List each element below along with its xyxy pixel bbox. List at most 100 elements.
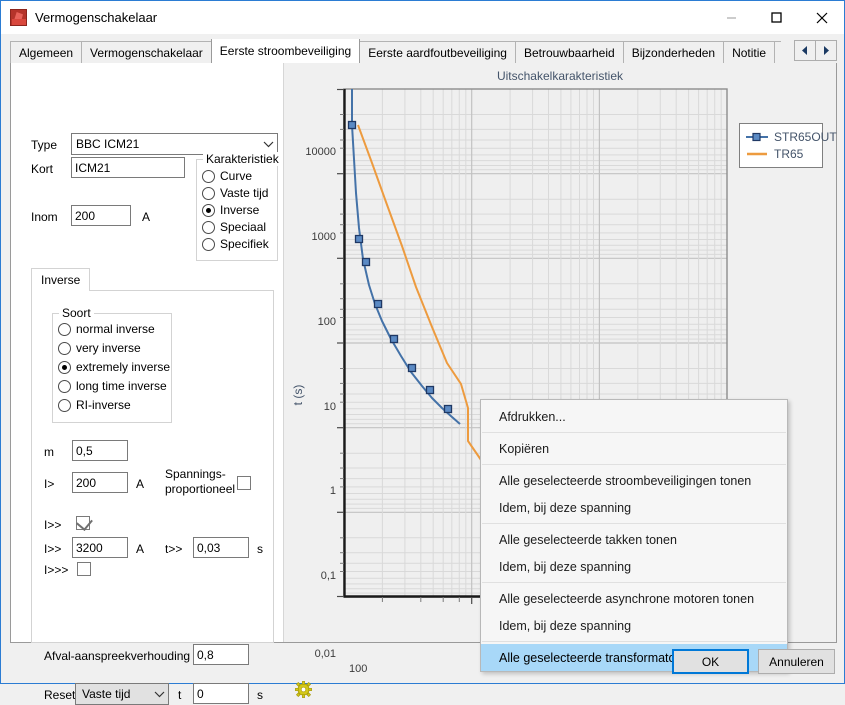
i-gt2-enable-label: I>> [44,518,61,532]
chevron-down-icon [151,684,168,704]
reset-combobox[interactable]: Vaste tijd [75,683,169,705]
i-gt-unit: A [136,477,144,491]
close-button[interactable] [799,1,844,34]
t-gt2-input[interactable] [193,537,249,558]
context-menu[interactable]: Afdrukken... Kopiëren Alle geselecteerde… [480,399,788,672]
kort-input[interactable] [71,157,185,178]
tab-scroll-left-icon[interactable] [794,40,816,61]
radio-indicator [202,187,215,200]
radio-label: extremely inverse [76,360,170,374]
menu-separator [482,523,786,524]
tab-presentatie[interactable]: Presentatie [774,41,781,63]
radio-label: normal inverse [76,322,155,336]
radio-soort-very-inverse[interactable]: very inverse [58,341,141,355]
minimize-button[interactable] [709,1,754,34]
i-gt2-label: I>> [44,542,61,556]
dialog-footer: OK Annuleren [1,641,844,683]
radio-soort-extremely-inverse[interactable]: extremely inverse [58,360,170,374]
dialog-window: Vermogenschakelaar Algemeen Vermogenscha… [0,0,845,684]
menu-item-idem-stroombeveiligingen[interactable]: Idem, bij deze spanning [481,494,787,521]
radio-soort-long-time-inverse[interactable]: long time inverse [58,379,167,393]
menu-item-alle-takken[interactable]: Alle geselecteerde takken tonen [481,526,787,553]
menu-separator [482,464,786,465]
radio-indicator [58,399,71,412]
radio-karakteristiek-curve[interactable]: Curve [202,169,252,183]
radio-soort-ri-inverse[interactable]: RI-inverse [58,398,131,412]
radio-indicator [202,238,215,251]
legend-marker-square-icon [746,132,768,142]
i-gt3-checkbox[interactable] [77,562,91,576]
menu-item-alle-asynchrone-motoren[interactable]: Alle geselecteerde asynchrone motoren to… [481,585,787,612]
window-title: Vermogenschakelaar [35,10,157,25]
cancel-button[interactable]: Annuleren [758,649,835,674]
i-gt3-label: I>>> [44,563,68,577]
soort-group: Soort normal inverse very inverse extrem… [52,313,172,423]
menu-item-label: Idem, bij deze spanning [499,560,631,574]
menu-item-afdrukken[interactable]: Afdrukken... [481,403,787,430]
radio-label: long time inverse [76,379,167,393]
i-gt2-input[interactable] [72,537,128,558]
radio-karakteristiek-vaste-tijd[interactable]: Vaste tijd [202,186,268,200]
radio-label: Curve [220,169,252,183]
maximize-button[interactable] [754,1,799,34]
chart-panel: Uitschakelkarakteristiek t (s) 10000 100… [283,63,836,642]
menu-item-kopieren[interactable]: Kopiëren [481,435,787,462]
radio-karakteristiek-specifiek[interactable]: Specifiek [202,237,269,251]
tab-vermogenschakelaar[interactable]: Vermogenschakelaar [81,41,212,63]
radio-karakteristiek-speciaal[interactable]: Speciaal [202,220,266,234]
menu-item-label: Afdrukken... [499,410,566,424]
radio-indicator [58,323,71,336]
gear-icon[interactable] [295,681,311,697]
menu-item-idem-takken[interactable]: Idem, bij deze spanning [481,553,787,580]
radio-soort-normal-inverse[interactable]: normal inverse [58,322,155,336]
menu-item-alle-stroombeveiligingen[interactable]: Alle geselecteerde stroombeveiligingen t… [481,467,787,494]
tab-list: Algemeen Vermogenschakelaar Eerste stroo… [10,39,781,63]
i-gt2-checkbox[interactable] [76,516,90,530]
radio-indicator [202,170,215,183]
inverse-pane: Soort normal inverse very inverse extrem… [31,290,274,643]
spanningsproportioneel-label-line2: proportioneel [165,482,235,496]
chart-legend[interactable]: STR65OUT TR65 [739,123,823,168]
title-bar: Vermogenschakelaar [1,1,844,34]
tab-label: Notitie [732,46,766,60]
inom-input[interactable] [71,205,131,226]
tab-notitie[interactable]: Notitie [723,41,775,63]
tab-algemeen[interactable]: Algemeen [10,41,82,63]
settings-panel: Type BBC ICM21 Kort Inom A Karakteristie… [11,63,283,641]
tab-bijzonderheden[interactable]: Bijzonderheden [623,41,724,63]
radio-karakteristiek-inverse[interactable]: Inverse [202,203,259,217]
radio-label: Vaste tijd [220,186,268,200]
inom-unit: A [142,210,150,224]
legend-item-str65out: STR65OUT [746,128,814,145]
karakteristiek-group-title: Karakteristiek [203,152,282,166]
menu-item-label: Alle geselecteerde asynchrone motoren to… [499,592,754,606]
spanningsproportioneel-label-line1: Spannings- [165,467,226,481]
radio-indicator [58,342,71,355]
legend-label: STR65OUT [774,129,837,145]
kort-label: Kort [31,162,53,176]
app-icon [10,9,27,26]
tab-inverse[interactable]: Inverse [31,268,90,291]
t-gt2-unit: s [257,542,263,556]
spanningsproportioneel-checkbox[interactable] [237,476,251,490]
tab-scroll-right-icon[interactable] [815,40,837,61]
tab-label: Eerste stroombeveiliging [220,44,351,58]
reset-t-unit: s [257,688,263,702]
m-input[interactable] [72,440,128,461]
i-gt-input[interactable] [72,472,128,493]
ok-button[interactable]: OK [672,649,749,674]
tab-eerste-aardfoutbeveiliging[interactable]: Eerste aardfoutbeveiliging [359,41,516,63]
menu-separator [482,432,786,433]
inom-label: Inom [31,210,58,224]
reset-t-input[interactable] [193,683,249,704]
soort-group-title: Soort [59,306,94,320]
tab-label: Bijzonderheden [632,46,715,60]
legend-item-tr65: TR65 [746,145,814,162]
menu-item-label: Idem, bij deze spanning [499,619,631,633]
menu-item-idem-asynchrone-motoren[interactable]: Idem, bij deze spanning [481,612,787,639]
tab-label: Vermogenschakelaar [90,46,203,60]
tab-betrouwbaarheid[interactable]: Betrouwbaarheid [515,41,624,63]
radio-indicator [58,361,71,374]
t-gt2-label: t>> [165,542,182,556]
tab-eerste-stroombeveiliging[interactable]: Eerste stroombeveiliging [211,39,360,63]
